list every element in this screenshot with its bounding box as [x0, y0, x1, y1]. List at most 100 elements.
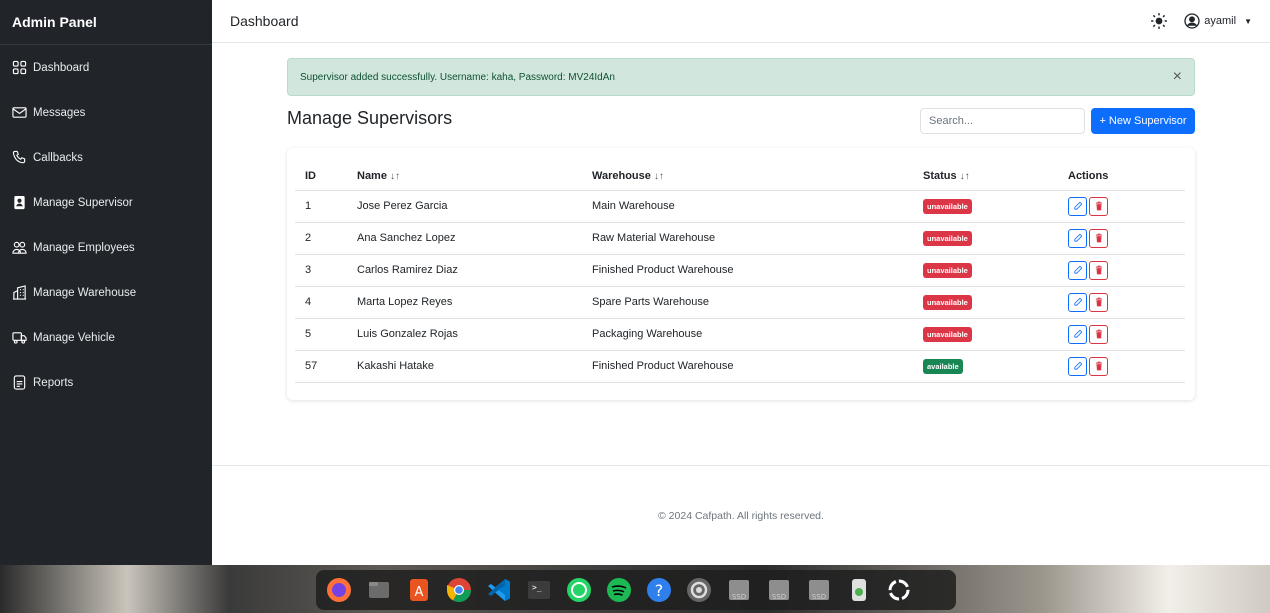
pencil-icon	[1073, 297, 1082, 306]
sidebar-item-label: Manage Employees	[33, 241, 135, 254]
dock-app[interactable]	[322, 573, 356, 607]
dock-app[interactable]	[602, 573, 636, 607]
search-input[interactable]	[920, 108, 1085, 134]
edit-button[interactable]	[1068, 356, 1087, 376]
delete-button[interactable]	[1089, 292, 1108, 312]
ubuntu-icon	[888, 579, 910, 601]
cell-name: Kakashi Hatake	[347, 350, 582, 383]
dock-app[interactable]: >_	[522, 573, 556, 607]
col-name[interactable]: Name ↓↑	[347, 162, 582, 191]
edit-button[interactable]	[1068, 324, 1087, 344]
sidebar-item-manage-vehicle[interactable]: Manage Vehicle	[0, 315, 212, 360]
dock-app[interactable]	[882, 573, 916, 607]
cell-warehouse: Spare Parts Warehouse	[582, 286, 913, 319]
terminal-icon: >_	[528, 581, 550, 599]
sidebar-item-manage-warehouse[interactable]: Manage Warehouse	[0, 270, 212, 315]
cell-actions	[1058, 222, 1185, 255]
delete-button[interactable]	[1089, 324, 1108, 344]
dock-app[interactable]: ?	[642, 573, 676, 607]
dock: A >_? SSD SSD SSD	[316, 570, 956, 610]
status-badge: unavailable	[923, 326, 972, 342]
cell-status: unavailable	[913, 190, 1058, 223]
ssd-label: SSD	[812, 593, 826, 601]
alert-message: Supervisor added successfully. Username:…	[300, 71, 615, 83]
dock-app[interactable]: SSD	[762, 573, 796, 607]
cell-warehouse: Packaging Warehouse	[582, 318, 913, 351]
trash-icon	[852, 579, 866, 601]
sun-icon[interactable]	[1150, 12, 1168, 30]
dock-app[interactable]: SSD	[722, 573, 756, 607]
phone-icon	[12, 150, 26, 164]
cell-id: 3	[295, 254, 347, 287]
delete-button[interactable]	[1089, 196, 1108, 216]
cell-status: available	[913, 350, 1058, 383]
user-circle-icon	[1184, 13, 1200, 29]
close-icon[interactable]: ×	[1173, 68, 1182, 86]
col-warehouse[interactable]: Warehouse ↓↑	[582, 162, 913, 191]
edit-button[interactable]	[1068, 228, 1087, 248]
cell-warehouse: Finished Product Warehouse	[582, 254, 913, 287]
caret-down-icon: ▼	[1244, 16, 1252, 26]
sidebar-item-messages[interactable]: Messages	[0, 90, 212, 135]
pencil-icon	[1073, 361, 1082, 370]
new-supervisor-button[interactable]: + New Supervisor	[1091, 108, 1195, 134]
sidebar-item-dashboard[interactable]: Dashboard	[0, 45, 212, 90]
success-alert: Supervisor added successfully. Username:…	[287, 58, 1195, 96]
delete-button[interactable]	[1089, 228, 1108, 248]
footer: © 2024 Cafpath. All rights reserved.	[212, 465, 1270, 565]
dock-app[interactable]	[482, 573, 516, 607]
svg-text:A: A	[415, 585, 424, 600]
trash-icon	[1095, 201, 1102, 211]
dock-app[interactable]	[442, 573, 476, 607]
status-badge: unavailable	[923, 294, 972, 310]
table-row: 1 Jose Perez Garcia Main Warehouse unavaila…	[295, 190, 1185, 223]
sidebar-item-reports[interactable]: Reports	[0, 360, 212, 405]
delete-button[interactable]	[1089, 260, 1108, 280]
truck-icon	[12, 332, 27, 344]
supervisors-table: ID Name ↓↑ Warehouse ↓↑ Status ↓↑ Actions 1…	[295, 162, 1185, 383]
col-actions-label: Actions	[1068, 169, 1109, 182]
dock-app[interactable]	[362, 573, 396, 607]
edit-button[interactable]	[1068, 292, 1087, 312]
cell-actions	[1058, 254, 1185, 287]
dock-app[interactable]: A	[402, 573, 436, 607]
cell-name: Carlos Ramirez Diaz	[347, 254, 582, 287]
col-name-label: Name	[357, 169, 387, 182]
status-badge: unavailable	[923, 198, 972, 214]
cell-warehouse: Finished Product Warehouse	[582, 350, 913, 383]
sidebar-item-manage-employees[interactable]: Manage Employees	[0, 225, 212, 270]
cell-id: 2	[295, 222, 347, 255]
firefox-icon	[327, 578, 351, 602]
sort-icon[interactable]: ↓↑	[654, 171, 664, 182]
edit-button[interactable]	[1068, 260, 1087, 280]
sidebar-item-callbacks[interactable]: Callbacks	[0, 135, 212, 180]
user-menu[interactable]: ayamil ▼	[1184, 13, 1252, 29]
files-icon	[369, 582, 389, 598]
col-status[interactable]: Status ↓↑	[913, 162, 1058, 191]
svg-text:?: ?	[655, 581, 664, 600]
sidebar-item-manage-supervisor[interactable]: Manage Supervisor	[0, 180, 212, 225]
sort-icon[interactable]: ↓↑	[390, 171, 400, 182]
status-badge: available	[923, 358, 963, 374]
pencil-icon	[1073, 201, 1082, 210]
sidebar-item-label: Manage Supervisor	[33, 196, 133, 209]
cell-actions	[1058, 286, 1185, 319]
sidebar-item-label: Manage Vehicle	[33, 331, 115, 344]
sort-icon[interactable]: ↓↑	[960, 171, 970, 182]
cell-warehouse: Raw Material Warehouse	[582, 222, 913, 255]
trash-icon	[1095, 233, 1102, 243]
buildings-icon	[12, 285, 27, 300]
cell-name: Ana Sanchez Lopez	[347, 222, 582, 255]
edit-button[interactable]	[1068, 196, 1087, 216]
dock-app[interactable]	[842, 573, 876, 607]
vscode-icon	[488, 579, 510, 601]
cell-id: 4	[295, 286, 347, 319]
sidebar-item-label: Dashboard	[33, 61, 90, 74]
delete-button[interactable]	[1089, 356, 1108, 376]
file-icon	[13, 375, 26, 390]
col-warehouse-label: Warehouse	[592, 169, 651, 182]
dock-app[interactable]	[562, 573, 596, 607]
dock-app[interactable]	[682, 573, 716, 607]
chrome-icon	[447, 578, 471, 603]
dock-app[interactable]: SSD	[802, 573, 836, 607]
